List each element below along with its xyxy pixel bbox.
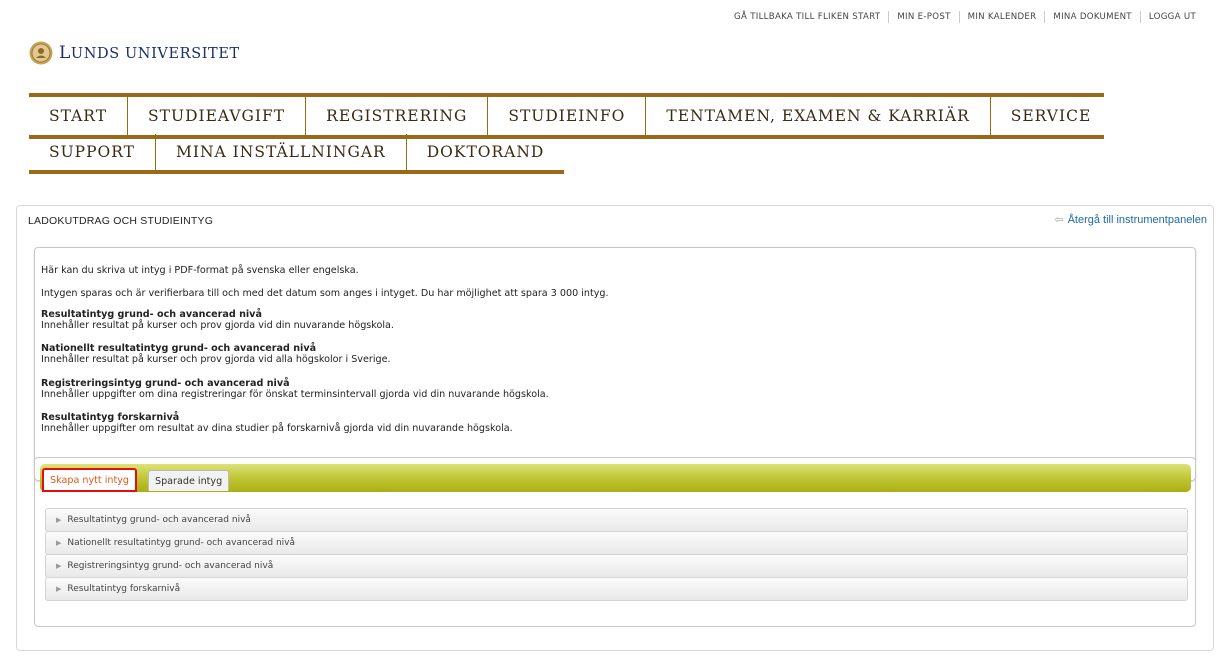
- type-desc: Innehåller resultat på kurser och prov g…: [41, 354, 391, 365]
- nav-registrering[interactable]: REGISTRERING: [306, 97, 489, 135]
- nav-support[interactable]: SUPPORT: [29, 134, 156, 170]
- accordion-label: Resultatintyg grund- och avancerad nivå: [67, 515, 251, 525]
- top-links: GÅ TILLBAKA TILL FLIKEN START MIN E-POST…: [726, 11, 1204, 23]
- nav-start[interactable]: START: [29, 97, 129, 135]
- nav-service[interactable]: SERVICE: [991, 97, 1112, 135]
- university-seal-icon: [29, 41, 53, 65]
- top-link-email[interactable]: MIN E-POST: [888, 11, 958, 23]
- arrow-left-icon: ⇦: [1054, 214, 1064, 226]
- back-link-label: Återgå till instrumentpanelen: [1067, 213, 1207, 226]
- triangle-right-icon: ▶: [56, 585, 62, 593]
- nav-studieavgift[interactable]: STUDIEAVGIFT: [128, 97, 307, 135]
- panel-title: LADOKUTDRAG OCH STUDIEINTYG: [28, 215, 214, 227]
- top-link-calendar[interactable]: MIN KALENDER: [958, 11, 1045, 23]
- accordion-label: Registreringsintyg grund- och avancerad …: [67, 561, 274, 571]
- accordion-item-nationellt-resultatintyg[interactable]: ▶ Nationellt resultatintyg grund- och av…: [45, 531, 1188, 555]
- type-desc: Innehåller resultat på kurser och prov g…: [41, 320, 394, 331]
- certificate-tabs: Skapa nytt intyg Sparade intyg ▶ Resulta…: [34, 457, 1196, 627]
- intro-text-1: Här kan du skriva ut intyg i PDF-format …: [41, 265, 359, 276]
- main-nav-row-2: SUPPORT MINA INSTÄLLNINGAR DOKTORAND: [29, 134, 565, 174]
- tab-create-new-certificate[interactable]: Skapa nytt intyg: [42, 468, 137, 492]
- university-logo[interactable]: LUNDS UNIVERSITET: [29, 41, 240, 65]
- tab-saved-certificates[interactable]: Sparade intyg: [148, 470, 230, 491]
- top-link-back-to-start[interactable]: GÅ TILLBAKA TILL FLIKEN START: [726, 11, 888, 23]
- nav-mina-installningar[interactable]: MINA INSTÄLLNINGAR: [156, 134, 407, 170]
- nav-doktorand[interactable]: DOKTORAND: [407, 134, 565, 170]
- intro-text-2: Intygen sparas och är verifierbara till …: [41, 288, 609, 299]
- accordion-item-resultatintyg-forskarniva[interactable]: ▶ Resultatintyg forskarnivå: [45, 577, 1188, 601]
- info-box: Här kan du skriva ut intyg i PDF-format …: [34, 247, 1196, 481]
- certificates-panel: LADOKUTDRAG OCH STUDIEINTYG ⇦ Återgå til…: [16, 205, 1214, 651]
- type-title: Resultatintyg forskarnivå: [41, 412, 180, 423]
- type-title: Registreringsintyg grund- och avancerad …: [41, 378, 290, 389]
- triangle-right-icon: ▶: [56, 539, 62, 547]
- triangle-right-icon: ▶: [56, 562, 62, 570]
- type-desc: Innehåller uppgifter om resultat av dina…: [41, 423, 513, 434]
- top-link-logout[interactable]: LOGGA UT: [1139, 11, 1204, 23]
- nav-studieinfo[interactable]: STUDIEINFO: [488, 97, 647, 135]
- accordion-item-resultatintyg[interactable]: ▶ Resultatintyg grund- och avancerad niv…: [45, 508, 1188, 532]
- main-nav-row-1: START STUDIEAVGIFT REGISTRERING STUDIEIN…: [29, 93, 1104, 139]
- accordion-label: Nationellt resultatintyg grund- och avan…: [67, 538, 295, 548]
- top-link-documents[interactable]: MINA DOKUMENT: [1044, 11, 1140, 23]
- tab-bar: Skapa nytt intyg Sparade intyg: [40, 464, 1191, 492]
- university-name: LUNDS UNIVERSITET: [59, 43, 240, 63]
- back-to-dashboard-link[interactable]: ⇦ Återgå till instrumentpanelen: [1054, 213, 1207, 227]
- nav-tentamen-examen-karriar[interactable]: TENTAMEN, EXAMEN & KARRIÄR: [646, 97, 991, 135]
- triangle-right-icon: ▶: [56, 516, 62, 524]
- type-desc: Innehåller uppgifter om dina registrerin…: [41, 389, 549, 400]
- accordion-item-registreringsintyg[interactable]: ▶ Registreringsintyg grund- och avancera…: [45, 554, 1188, 578]
- type-title: Nationellt resultatintyg grund- och avan…: [41, 343, 317, 354]
- type-title: Resultatintyg grund- och avancerad nivå: [41, 309, 262, 320]
- accordion-label: Resultatintyg forskarnivå: [67, 584, 181, 594]
